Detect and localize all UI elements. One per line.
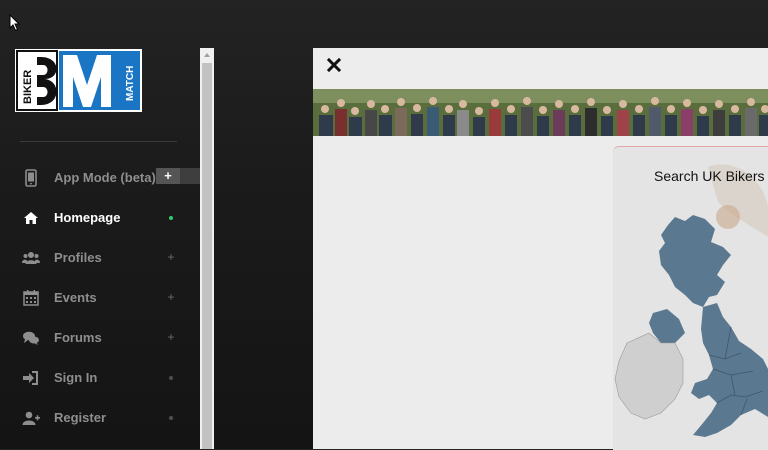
sign-in-icon — [23, 371, 38, 385]
expand-plus-icon[interactable]: + — [165, 290, 177, 304]
sidebar-item-label: App Mode (beta) — [54, 170, 156, 185]
sidebar-item-app-mode[interactable]: App Mode (beta) + — [0, 158, 200, 198]
sidebar-item-sign-in[interactable]: Sign In — [0, 358, 200, 398]
phone-icon — [25, 169, 37, 187]
modal-panel: Search UK Bikers — [313, 48, 768, 450]
map-title: Search UK Bikers — [654, 168, 765, 184]
map-region-scotland — [659, 215, 731, 307]
uk-map[interactable] — [613, 147, 768, 450]
map-region-ireland — [614, 332, 684, 420]
panel-header — [313, 48, 768, 89]
home-icon — [24, 212, 38, 224]
inactive-indicator-dot — [169, 376, 173, 380]
sidebar-divider — [20, 141, 177, 142]
app-mode-button-extension — [180, 168, 200, 184]
sidebar-scrollbar[interactable] — [200, 48, 214, 449]
sidebar: BIKER MATCH App Mode (beta) + Homepage P… — [0, 0, 200, 449]
user-plus-icon — [22, 411, 40, 425]
active-indicator-dot — [169, 216, 173, 220]
sidebar-item-register[interactable]: Register — [0, 398, 200, 438]
expand-plus-icon[interactable]: + — [165, 250, 177, 264]
scroll-up-arrow-icon[interactable] — [200, 48, 214, 62]
users-icon — [22, 252, 40, 264]
sidebar-item-forums[interactable]: Forums + — [0, 318, 200, 358]
inactive-indicator-dot — [169, 416, 173, 420]
sidebar-item-label: Sign In — [54, 370, 98, 385]
close-icon[interactable] — [326, 57, 342, 73]
app-mode-expand-button[interactable]: + — [156, 168, 180, 184]
expand-plus-icon[interactable]: + — [165, 330, 177, 344]
sidebar-item-label: Forums — [54, 330, 102, 345]
sidebar-item-label: Events — [54, 290, 97, 305]
sidebar-item-events[interactable]: Events + — [0, 278, 200, 318]
chat-icon — [23, 331, 39, 345]
bikermatch-logo[interactable]: BIKER MATCH — [15, 49, 142, 112]
calendar-icon — [23, 290, 39, 306]
logo-match-text: MATCH — [125, 66, 136, 101]
sidebar-item-label: Homepage — [54, 210, 121, 225]
sidebar-item-profiles[interactable]: Profiles + — [0, 238, 200, 278]
uk-map-search-card: Search UK Bikers — [613, 146, 768, 450]
sidebar-item-label: Register — [54, 410, 107, 425]
sidebar-item-homepage[interactable]: Homepage — [0, 198, 200, 238]
group-photo-banner — [313, 89, 768, 136]
sidebar-item-label: Profiles — [54, 250, 102, 265]
logo-biker-text: BIKER — [22, 70, 34, 104]
scrollbar-thumb[interactable] — [202, 63, 212, 449]
map-region-england — [691, 303, 768, 437]
